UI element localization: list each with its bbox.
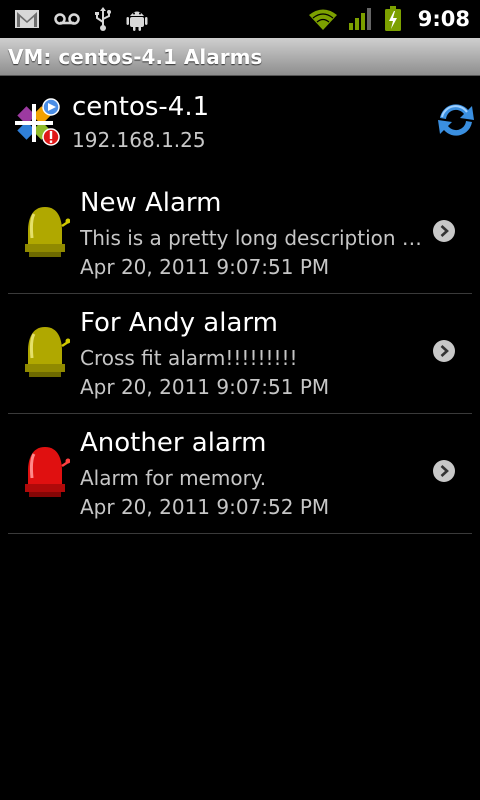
divider xyxy=(8,533,472,534)
android-debug-icon xyxy=(126,11,148,31)
battery-charging-icon xyxy=(384,6,401,31)
wifi-icon xyxy=(308,9,337,30)
system-icons: 9:08 xyxy=(308,6,480,32)
alarm-date: Apr 20, 2011 9:07:52 PM xyxy=(80,495,330,519)
alarm-bell-icon xyxy=(25,327,70,377)
alarm-date: Apr 20, 2011 9:07:51 PM xyxy=(80,255,330,279)
chevron-right-icon[interactable] xyxy=(432,339,456,363)
vm-ip-address: 192.168.1.25 xyxy=(72,128,206,152)
alarm-bell-active-icon xyxy=(25,447,70,497)
refresh-icon[interactable] xyxy=(434,98,478,142)
voicemail-icon xyxy=(54,13,80,25)
signal-icon xyxy=(348,8,371,30)
vm-header: centos-4.1 192.168.1.25 xyxy=(0,76,480,160)
centos-running-alert-icon xyxy=(15,98,60,146)
alarm-title: Another alarm xyxy=(80,428,267,458)
chevron-right-icon[interactable] xyxy=(432,219,456,243)
chevron-right-icon[interactable] xyxy=(432,459,456,483)
page-title: VM: centos-4.1 Alarms xyxy=(8,44,263,69)
alarm-description: Cross fit alarm!!!!!!!!! xyxy=(80,346,298,370)
alarm-description: This is a pretty long description whi... xyxy=(80,226,422,250)
alarm-title: New Alarm xyxy=(80,188,222,218)
list-item[interactable]: For Andy alarm Cross fit alarm!!!!!!!!! … xyxy=(0,294,480,414)
notification-icons xyxy=(0,6,148,32)
alarm-date: Apr 20, 2011 9:07:51 PM xyxy=(80,375,330,399)
gmail-icon xyxy=(15,10,39,28)
vm-name: centos-4.1 xyxy=(72,92,210,122)
alarm-bell-icon xyxy=(25,207,70,257)
list-item[interactable]: New Alarm This is a pretty long descript… xyxy=(0,174,480,294)
alarm-list: New Alarm This is a pretty long descript… xyxy=(0,174,480,534)
usb-icon xyxy=(95,7,111,31)
alarm-title: For Andy alarm xyxy=(80,308,278,338)
list-item[interactable]: Another alarm Alarm for memory. Apr 20, … xyxy=(0,414,480,534)
alarm-description: Alarm for memory. xyxy=(80,466,267,490)
title-bar: VM: centos-4.1 Alarms xyxy=(0,38,480,76)
clock: 9:08 xyxy=(417,7,470,31)
status-bar: 9:08 xyxy=(0,0,480,38)
